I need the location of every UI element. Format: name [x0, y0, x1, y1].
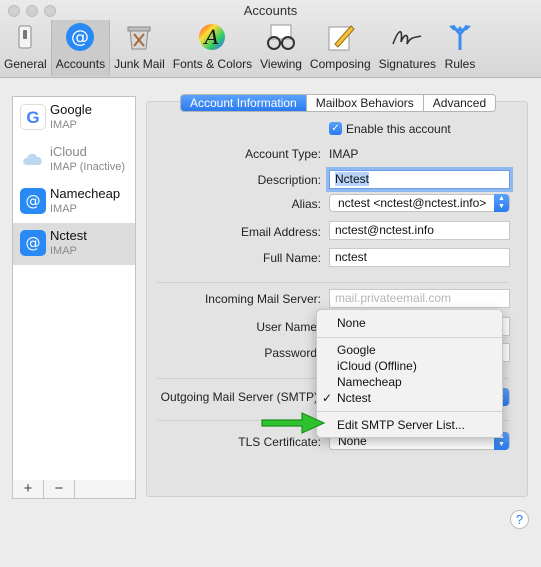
svg-text:G: G: [26, 108, 39, 127]
toolbar-general[interactable]: General: [0, 20, 51, 76]
toolbar-viewing[interactable]: Viewing: [256, 20, 306, 76]
enable-account-checkbox[interactable]: ✓: [329, 122, 342, 135]
description-label: Description:: [257, 173, 321, 187]
email-address-label: Email Address:: [240, 225, 321, 239]
toolbar-accounts[interactable]: @ Accounts: [50, 20, 111, 76]
alias-label: Alias:: [291, 197, 321, 211]
accounts-list: G Google IMAP iCloud IMAP (Inactive) @ N…: [12, 96, 136, 481]
email-address-field[interactable]: nctest@nctest.info: [329, 221, 510, 240]
toolbar-composing[interactable]: Composing: [306, 20, 375, 76]
menu-item-none[interactable]: None: [317, 315, 502, 331]
annotation-arrow-icon: [261, 412, 326, 434]
account-item-icloud[interactable]: iCloud IMAP (Inactive): [13, 139, 135, 181]
help-button[interactable]: ?: [510, 510, 529, 529]
svg-text:@: @: [26, 234, 41, 252]
tab-account-information[interactable]: Account Information: [181, 95, 306, 111]
settings-tabs: Account Information Mailbox Behaviors Ad…: [180, 94, 497, 112]
menu-item-nctest[interactable]: ✓ Nctest: [317, 390, 502, 406]
window-title: Accounts: [243, 3, 298, 18]
alias-popup[interactable]: nctest <nctest@nctest.info> ▲ ▼: [329, 194, 510, 212]
junk-mail-bin-icon: [123, 21, 155, 53]
incoming-server-field[interactable]: mail.privateemail.com: [329, 289, 510, 308]
full-name-label: Full Name:: [262, 251, 321, 265]
toolbar-junk-mail[interactable]: Junk Mail: [110, 20, 169, 76]
glasses-icon: [265, 21, 297, 53]
composing-pencil-icon: [324, 21, 356, 53]
fonts-colors-icon: A: [196, 21, 228, 53]
account-item-google[interactable]: G Google IMAP: [13, 97, 135, 139]
svg-text:@: @: [71, 27, 89, 48]
tls-certificate-label: TLS Certificate:: [238, 435, 321, 449]
tab-advanced[interactable]: Advanced: [422, 95, 496, 111]
password-label: Password: [264, 346, 317, 360]
preferences-toolbar: General @ Accounts Junk Mail A Fonts & C…: [0, 20, 480, 77]
checkmark-icon: ✓: [322, 391, 333, 405]
menu-item-icloud[interactable]: iCloud (Offline): [317, 358, 502, 374]
at-sign-icon: @: [64, 21, 96, 53]
google-icon: G: [20, 104, 46, 130]
menu-separator: [317, 337, 502, 338]
description-field[interactable]: Nctest: [329, 170, 510, 189]
account-type-value: IMAP: [329, 147, 359, 161]
outgoing-server-label: Outgoing Mail Server (SMTP): [160, 390, 318, 404]
account-item-namecheap[interactable]: @ Namecheap IMAP: [13, 181, 135, 223]
incoming-server-label: Incoming Mail Server:: [204, 292, 321, 306]
chevron-updown-icon: ▲▼: [494, 194, 509, 212]
divider: [157, 282, 509, 283]
toolbar-rules[interactable]: Rules: [440, 20, 480, 76]
full-name-field[interactable]: nctest: [329, 248, 510, 267]
menu-separator: [317, 411, 502, 412]
menu-item-google[interactable]: Google: [317, 342, 502, 358]
svg-text:A: A: [203, 25, 219, 49]
toolbar-signatures[interactable]: Signatures: [375, 20, 440, 76]
at-sign-icon: @: [20, 230, 46, 256]
account-type-label: Account Type:: [245, 147, 321, 161]
signature-icon: [391, 21, 423, 53]
menu-item-namecheap[interactable]: Namecheap: [317, 374, 502, 390]
icloud-icon: [20, 146, 46, 172]
title-bar: Accounts General @ Accounts Junk Mail A …: [0, 0, 541, 78]
remove-account-button[interactable]: −: [44, 480, 75, 498]
menu-item-edit-smtp-list[interactable]: Edit SMTP Server List...: [317, 417, 502, 433]
add-account-button[interactable]: +: [13, 480, 44, 498]
account-item-nctest[interactable]: @ Nctest IMAP: [13, 223, 135, 265]
toolbar-fonts-colors[interactable]: A Fonts & Colors: [169, 20, 256, 76]
tab-mailbox-behaviors[interactable]: Mailbox Behaviors: [305, 95, 423, 111]
svg-text:@: @: [26, 192, 41, 210]
accounts-list-footer: + −: [12, 480, 136, 499]
general-switch-icon: [9, 21, 41, 53]
rules-arrows-icon: [444, 21, 476, 53]
user-name-label: User Name: [256, 320, 317, 334]
enable-account-label: Enable this account: [346, 122, 451, 136]
smtp-server-menu: None Google iCloud (Offline) Namecheap ✓…: [316, 309, 503, 438]
at-sign-icon: @: [20, 188, 46, 214]
